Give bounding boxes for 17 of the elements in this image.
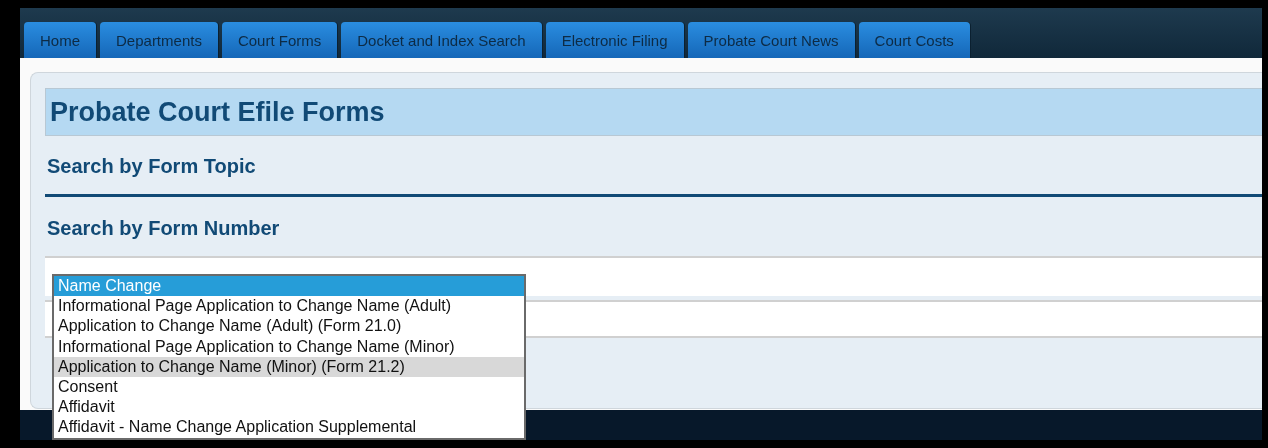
dropdown-option[interactable]: Informational Page Application to Change Name (Adult) [54, 296, 524, 317]
dropdown-option[interactable]: Affidavit [54, 397, 524, 418]
dropdown-option[interactable]: Informational Page Application to Change Name (Minor) [54, 336, 524, 357]
nav-tab[interactable]: Docket and Index Search [341, 22, 542, 58]
nav-tab[interactable]: Probate Court News [687, 22, 855, 58]
nav-tab[interactable]: Electronic Filing [545, 22, 684, 58]
section-heading: Search by Form Topic [46, 154, 257, 179]
nav-tab[interactable]: Home [24, 22, 96, 58]
nav-tab[interactable]: Court Costs [858, 22, 970, 58]
dropdown-option[interactable]: Application to Change Name (Adult) (Form 21.0) [54, 316, 524, 337]
dropdown-option[interactable]: Affidavit - Name Change Application Supplemental [54, 417, 524, 438]
dropdown-option[interactable]: Consent [54, 377, 524, 398]
nav-tab[interactable]: Departments [100, 22, 218, 58]
dropdown-option[interactable]: Name Change [54, 276, 524, 297]
page-title: Probate Court Efile Forms [45, 88, 1262, 136]
nav-tab[interactable]: Court Forms [221, 22, 338, 58]
dropdown-option[interactable]: Application to Change Name (Minor) (Form 21.2) [54, 356, 524, 377]
